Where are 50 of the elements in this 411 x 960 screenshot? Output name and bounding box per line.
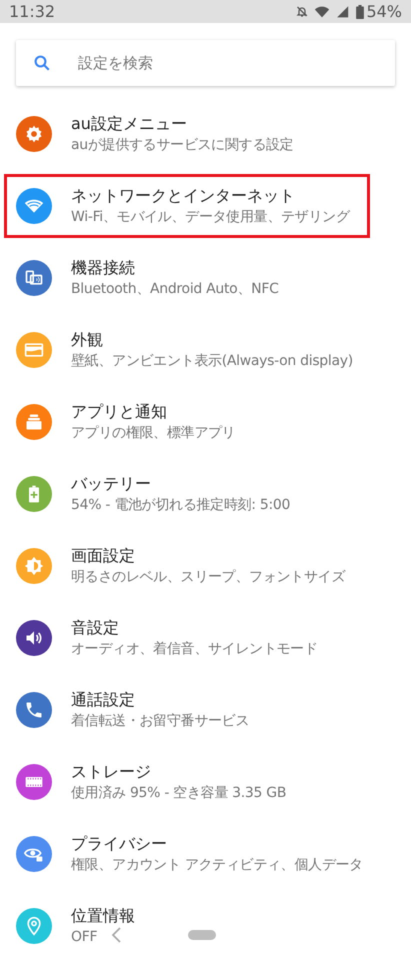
- settings-title: 画面設定: [71, 545, 135, 567]
- settings-row[interactable]: 音設定 オーディオ、着信音、サイレントモード: [4, 606, 370, 670]
- settings-subtitle: 着信転送・お留守番サービス: [71, 712, 250, 731]
- settings-subtitle: アプリの権限、標準アプリ: [71, 424, 236, 443]
- settings-title: 機器接続: [71, 257, 135, 279]
- settings-row[interactable]: 通話設定 着信転送・お留守番サービス: [4, 678, 370, 742]
- settings-title: ネットワークとインターネット: [71, 185, 295, 207]
- settings-row[interactable]: プライバシー 権限、アカウント アクティビティ、個人データ: [4, 822, 370, 886]
- home-handle[interactable]: [188, 930, 216, 940]
- settings-subtitle: Wi-Fi、モバイル、データ使用量、テザリング: [71, 208, 350, 227]
- settings-subtitle: 54% - 電池が切れる推定時刻: 5:00: [71, 496, 290, 515]
- settings-title: アプリと通知: [71, 401, 167, 423]
- phone-icon: [24, 700, 44, 720]
- settings-subtitle: 権限、アカウント アクティビティ、個人データ: [71, 856, 363, 875]
- settings-subtitle: OFF: [71, 928, 98, 947]
- back-icon[interactable]: [110, 927, 122, 943]
- settings-subtitle: auが提供するサービスに関する設定: [71, 136, 294, 155]
- battery-icon: [356, 4, 364, 18]
- settings-title: プライバシー: [71, 833, 167, 855]
- settings-title: ストレージ: [71, 761, 151, 783]
- settings-title: 通話設定: [71, 689, 135, 711]
- stack-icon: [24, 412, 44, 432]
- settings-title: 外観: [71, 329, 103, 351]
- settings-subtitle: 明るさのレベル、スリープ、フォントサイズ: [71, 568, 346, 587]
- settings-row[interactable]: バッテリー 54% - 電池が切れる推定時刻: 5:00: [4, 462, 370, 526]
- search-field[interactable]: 設定を検索: [16, 40, 395, 86]
- gear-icon: [24, 124, 44, 144]
- settings-subtitle: 壁紙、アンビエント表示(Always-on display): [71, 352, 353, 371]
- search-icon: [33, 54, 51, 72]
- settings-title: au設定メニュー: [71, 113, 187, 135]
- settings-subtitle: Bluetooth、Android Auto、NFC: [71, 280, 279, 299]
- settings-row[interactable]: 画面設定 明るさのレベル、スリープ、フォントサイズ: [4, 534, 370, 598]
- settings-title: バッテリー: [71, 473, 151, 495]
- settings-row[interactable]: 外観 壁紙、アンビエント表示(Always-on display): [4, 318, 370, 382]
- settings-subtitle: 使用済み 95% - 空き容量 3.35 GB: [71, 784, 286, 803]
- bell-off-icon: [296, 5, 308, 18]
- settings-row[interactable]: au設定メニュー auが提供するサービスに関する設定: [4, 102, 370, 166]
- signal-icon: [336, 5, 350, 18]
- settings-row[interactable]: アプリと通知 アプリの権限、標準アプリ: [4, 390, 370, 454]
- status-time: 11:32: [9, 4, 56, 20]
- wifi-icon: [314, 5, 330, 18]
- settings-title: 音設定: [71, 617, 119, 639]
- settings-subtitle: オーディオ、着信音、サイレントモード: [71, 640, 318, 659]
- settings-row[interactable]: ストレージ 使用済み 95% - 空き容量 3.35 GB: [4, 750, 370, 814]
- battery-percent: 54%: [366, 4, 402, 20]
- settings-row[interactable]: 機器接続 Bluetooth、Android Auto、NFC: [4, 246, 370, 310]
- settings-title: 位置情報: [71, 905, 135, 927]
- settings-row[interactable]: 位置情報 OFF: [4, 894, 370, 958]
- brightness-icon: [24, 556, 44, 576]
- settings-row[interactable]: ネットワークとインターネット Wi-Fi、モバイル、データ使用量、テザリング: [4, 174, 370, 238]
